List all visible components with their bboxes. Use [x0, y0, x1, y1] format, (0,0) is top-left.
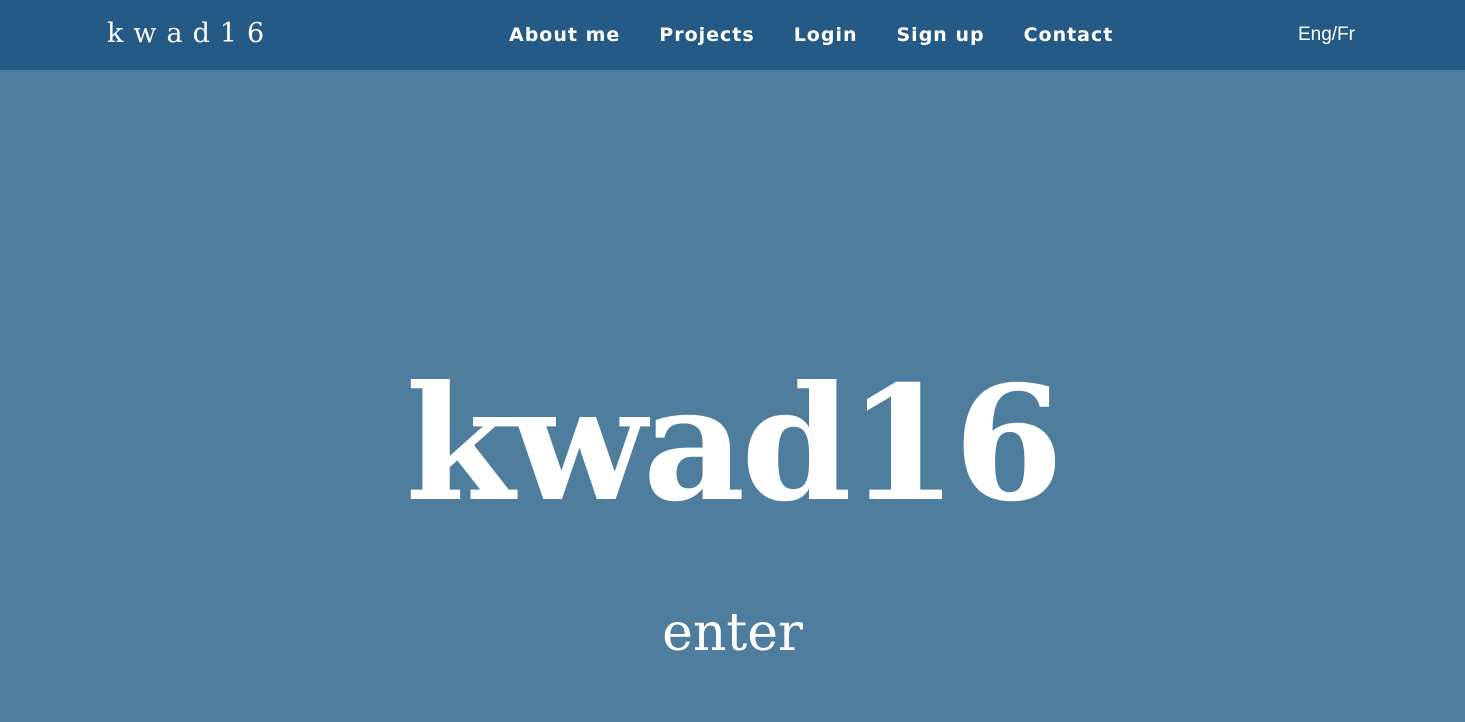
nav-link-login[interactable]: Login — [794, 20, 858, 50]
brand-logo-link[interactable]: kwad16 — [107, 16, 274, 52]
nav-link-sign-up[interactable]: Sign up — [897, 20, 985, 50]
language-toggle[interactable]: Eng/Fr — [1298, 20, 1355, 50]
enter-link[interactable]: enter — [0, 600, 1465, 666]
top-navbar: kwad16 About me Projects Login Sign up C… — [0, 0, 1465, 70]
hero-title: kwad16 — [405, 352, 1063, 537]
nav-link-about-me[interactable]: About me — [509, 20, 620, 50]
nav-links: About me Projects Login Sign up Contact — [509, 20, 1113, 50]
nav-link-contact[interactable]: Contact — [1024, 20, 1114, 50]
nav-link-projects[interactable]: Projects — [659, 20, 754, 50]
